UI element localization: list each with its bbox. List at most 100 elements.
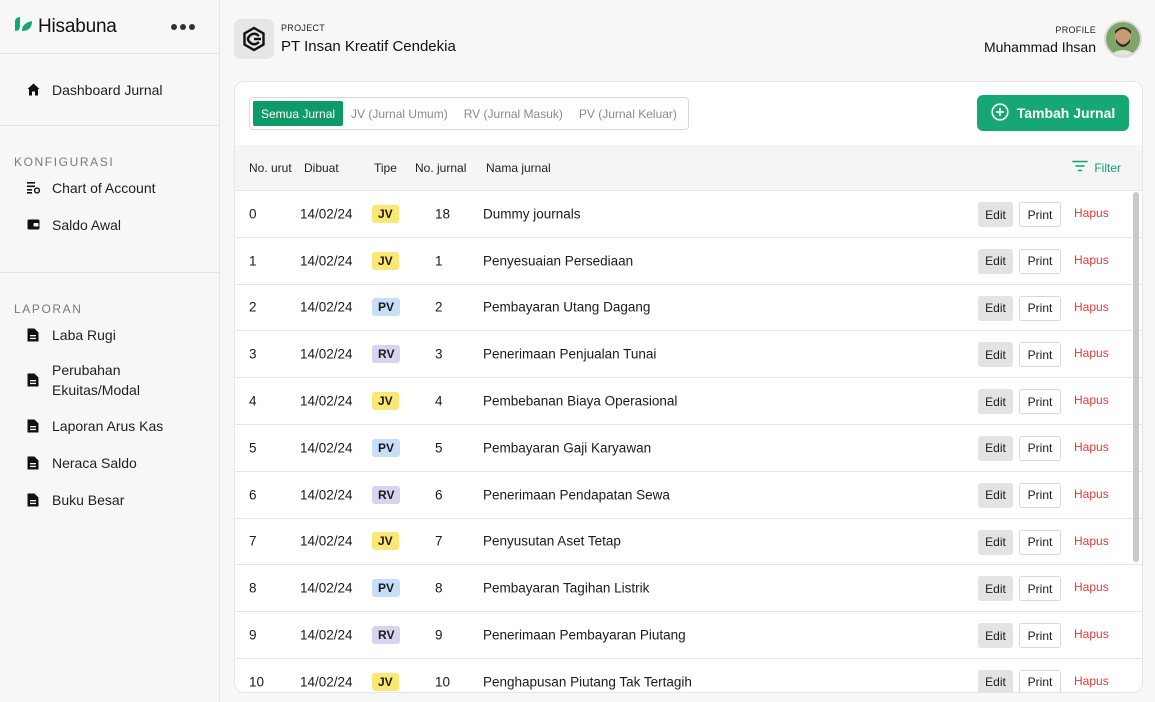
print-button[interactable]: Print	[1019, 623, 1061, 649]
top-header: PROJECT PT Insan Kreatif Cendekia PROFIL…	[220, 0, 1155, 80]
row-no-urut: 5	[249, 440, 257, 456]
row-nama-jurnal: Pembebanan Biaya Operasional	[483, 393, 678, 409]
row-no-jurnal: 5	[435, 440, 443, 456]
col-tipe: Tipe	[374, 161, 397, 175]
type-badge: RV	[372, 345, 401, 364]
edit-button[interactable]: Edit	[978, 435, 1013, 461]
row-nama-jurnal: Penerimaan Penjualan Tunai	[483, 346, 657, 362]
table-row: 8 14/02/24 PV 8 Pembayaran Tagihan Listrik Ed…	[235, 565, 1142, 613]
table-scrollbar[interactable]	[1133, 192, 1139, 562]
sidebar-item-label: Perubahan Ekuitas/Modal	[52, 362, 140, 398]
home-icon	[26, 83, 40, 97]
print-button[interactable]: Print	[1019, 248, 1061, 274]
sidebar-item-laporan-arus-kas[interactable]: Laporan Arus Kas	[0, 407, 219, 444]
plus-circle-icon	[991, 102, 1009, 124]
tab-jurnal-umum[interactable]: JV (Jurnal Umum)	[343, 101, 456, 126]
edit-button[interactable]: Edit	[978, 623, 1013, 649]
row-no-urut: 6	[249, 487, 257, 503]
hapus-button[interactable]: Hapus	[1074, 346, 1109, 360]
edit-button[interactable]: Edit	[978, 295, 1013, 321]
more-options-icon[interactable]	[167, 20, 199, 34]
journal-table-body: 0 14/02/24 JV 18 Dummy journals Edit Print Hapu…	[235, 191, 1142, 692]
hapus-button[interactable]: Hapus	[1074, 253, 1109, 267]
hapus-button[interactable]: Hapus	[1074, 627, 1109, 641]
print-button[interactable]: Print	[1019, 529, 1061, 555]
print-button[interactable]: Print	[1019, 435, 1061, 461]
document-icon	[26, 456, 40, 470]
table-row: 6 14/02/24 RV 6 Penerimaan Pendapatan Sewa Ed…	[235, 472, 1142, 519]
table-row: 10 14/02/24 JV 10 Penghapusan Piutang Tak Te…	[235, 659, 1142, 692]
col-dibuat: Dibuat	[304, 161, 339, 175]
edit-button[interactable]: Edit	[978, 529, 1013, 555]
print-button[interactable]: Print	[1019, 482, 1061, 508]
print-button[interactable]: Print	[1019, 669, 1061, 692]
row-no-urut: 7	[249, 533, 257, 549]
sidebar-item-neraca-saldo[interactable]: Neraca Saldo	[0, 444, 219, 481]
sidebar-item-laba-rugi[interactable]: Laba Rugi	[0, 316, 219, 353]
type-badge: JV	[372, 392, 399, 411]
row-date: 14/02/24	[300, 674, 353, 690]
edit-button[interactable]: Edit	[978, 576, 1013, 602]
tab-jurnal-keluar[interactable]: PV (Jurnal Keluar)	[571, 101, 685, 126]
row-date: 14/02/24	[300, 206, 353, 222]
row-date: 14/02/24	[300, 346, 353, 362]
document-icon	[26, 493, 40, 507]
row-no-jurnal: 9	[435, 627, 443, 643]
sidebar-item-buku-besar[interactable]: Buku Besar	[0, 481, 219, 518]
row-date: 14/02/24	[300, 580, 353, 596]
sidebar-item-saldo-awal[interactable]: Saldo Awal	[0, 206, 219, 243]
project-name: PT Insan Kreatif Cendekia	[281, 38, 456, 55]
avatar[interactable]	[1104, 20, 1142, 58]
row-date: 14/02/24	[300, 533, 353, 549]
edit-button[interactable]: Edit	[978, 389, 1013, 415]
print-button[interactable]: Print	[1019, 342, 1061, 368]
sidebar-item-perubahan-ekuitas[interactable]: Perubahan Ekuitas/Modal	[0, 353, 219, 407]
brand-logo[interactable]: Hisabuna	[14, 15, 117, 38]
row-no-jurnal: 4	[435, 393, 443, 409]
row-date: 14/02/24	[300, 393, 353, 409]
tambah-jurnal-button[interactable]: Tambah Jurnal	[977, 95, 1129, 131]
row-no-urut: 1	[249, 253, 257, 269]
print-button[interactable]: Print	[1019, 202, 1061, 227]
hapus-button[interactable]: Hapus	[1074, 300, 1109, 314]
row-no-urut: 8	[249, 580, 257, 596]
row-nama-jurnal: Penghapusan Piutang Tak Tertagih	[483, 674, 692, 690]
type-badge: JV	[372, 204, 399, 223]
print-button[interactable]: Print	[1019, 295, 1061, 321]
hapus-button[interactable]: Hapus	[1074, 393, 1109, 407]
print-button[interactable]: Print	[1019, 389, 1061, 415]
laporan-section: LAPORAN Laba Rugi Perubahan Ekuitas/Moda…	[0, 273, 219, 518]
edit-button[interactable]: Edit	[978, 202, 1013, 227]
edit-button[interactable]: Edit	[978, 482, 1013, 508]
hapus-button[interactable]: Hapus	[1074, 440, 1109, 454]
document-icon	[26, 419, 40, 433]
edit-button[interactable]: Edit	[978, 248, 1013, 274]
hapus-button[interactable]: Hapus	[1074, 674, 1109, 688]
project-logo-icon	[234, 19, 274, 59]
row-no-jurnal: 2	[435, 299, 443, 315]
sidebar: Hisabuna Dashboard Jurnal KONFIGURASI Ch…	[0, 0, 220, 702]
edit-button[interactable]: Edit	[978, 669, 1013, 692]
table-row: 7 14/02/24 JV 7 Penyusutan Aset Tetap Edit Pri…	[235, 519, 1142, 566]
sidebar-item-dashboard-jurnal[interactable]: Dashboard Jurnal	[0, 82, 189, 98]
row-no-jurnal: 8	[435, 580, 443, 596]
col-no-urut: No. urut	[249, 161, 292, 175]
type-badge: JV	[372, 672, 399, 691]
hapus-button[interactable]: Hapus	[1074, 534, 1109, 548]
row-date: 14/02/24	[300, 627, 353, 643]
tab-semua-jurnal[interactable]: Semua Jurnal	[253, 101, 344, 126]
filter-button[interactable]: Filter	[1072, 160, 1121, 175]
hapus-button[interactable]: Hapus	[1074, 487, 1109, 501]
print-button[interactable]: Print	[1019, 576, 1061, 602]
row-no-jurnal: 3	[435, 346, 443, 362]
row-no-jurnal: 10	[435, 674, 451, 690]
tab-jurnal-masuk[interactable]: RV (Jurnal Masuk)	[456, 101, 571, 126]
table-row: 3 14/02/24 RV 3 Penerimaan Penjualan Tunai Ed…	[235, 331, 1142, 379]
sidebar-item-chart-of-account[interactable]: Chart of Account	[0, 169, 219, 206]
hapus-button[interactable]: Hapus	[1074, 580, 1109, 594]
edit-button[interactable]: Edit	[978, 342, 1013, 368]
profile-name: Muhammad Ihsan	[983, 39, 1096, 55]
hapus-button[interactable]: Hapus	[1074, 206, 1109, 220]
journal-type-tabs: Semua Jurnal JV (Jurnal Umum) RV (Jurnal…	[249, 97, 689, 130]
table-row: 1 14/02/24 JV 1 Penyesuaian Persediaan Edit Pr…	[235, 238, 1142, 285]
